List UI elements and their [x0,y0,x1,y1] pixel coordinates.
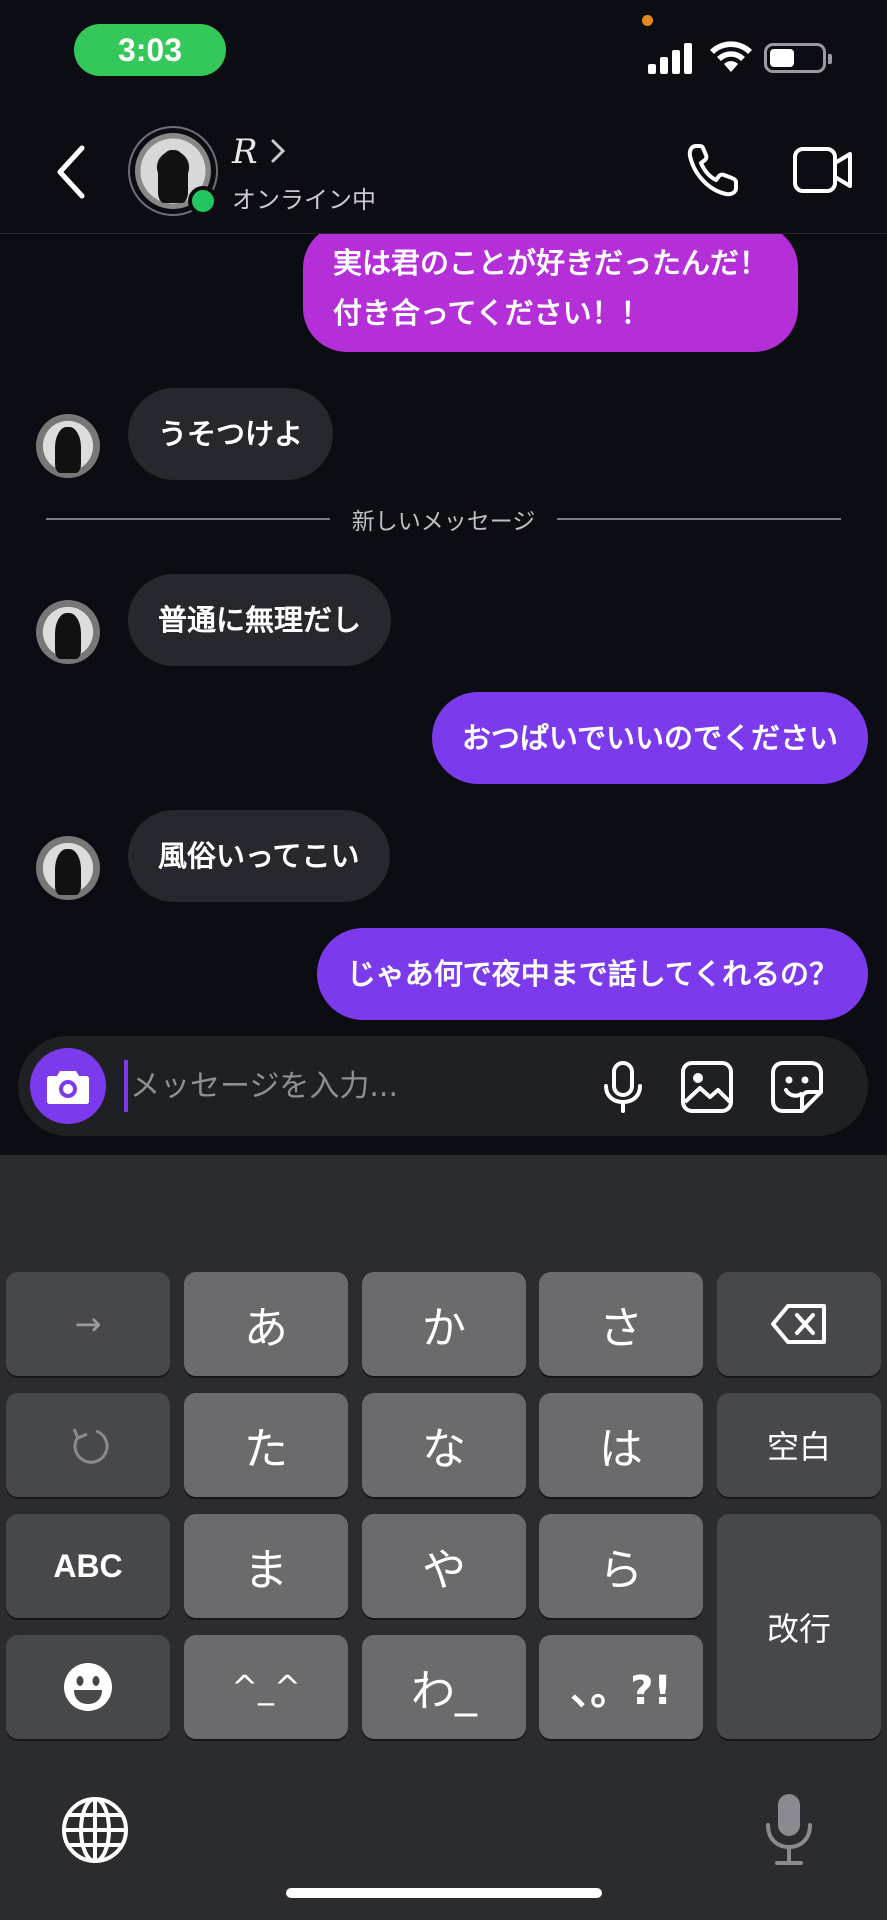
camera-button[interactable] [30,1048,106,1124]
globe-icon[interactable] [60,1795,130,1865]
status-bar: 3:03 [0,0,887,110]
key-abc[interactable]: ABC [6,1514,170,1618]
key-arrow-right[interactable]: → [6,1272,170,1376]
message-text-line: 付き合ってください！！ [333,296,650,330]
key-na[interactable]: な [362,1393,526,1497]
dictation-mic-icon[interactable] [762,1791,816,1867]
key-space[interactable]: 空白 [717,1393,881,1497]
key-a[interactable]: あ [184,1272,348,1376]
sender-avatar[interactable] [36,836,100,900]
text-caret [124,1060,128,1112]
message-incoming[interactable]: うそつけよ [128,388,334,480]
phone-call-button[interactable] [684,140,740,200]
key-sa[interactable]: さ [539,1272,703,1376]
battery-icon [764,43,832,73]
chat-header: R オンライン中 [0,110,887,234]
back-button[interactable] [50,142,94,202]
key-kaomoji[interactable]: ^_^ [184,1635,348,1739]
japanese-keyboard: → あ か さ た な は 空白 ABC ま や ら 改行 ^_^ わ_ 、。?… [0,1155,887,1920]
message-composer [18,1036,868,1136]
key-ra[interactable]: ら [539,1514,703,1618]
status-time: 3:03 [74,24,226,76]
key-return[interactable]: 改行 [717,1514,881,1739]
key-wa[interactable]: わ_ [362,1635,526,1739]
message-text-line: 実は君のことが好きだったんだ！ [333,246,769,280]
contact-name[interactable]: R [232,132,258,172]
message-outgoing[interactable]: じゃあ何で夜中まで話してくれるの？ [316,928,868,1020]
divider-label: 新しいメッセージ [351,509,536,535]
contact-status: オンライン中 [232,186,376,214]
message-incoming[interactable]: 普通に無理だし [128,574,392,666]
chevron-right-icon[interactable] [268,138,288,164]
emoji-icon [64,1663,112,1711]
key-punctuation[interactable]: 、。?! [539,1635,703,1739]
mic-indicator-dot [642,15,653,26]
key-ya[interactable]: や [362,1514,526,1618]
online-status-dot [188,186,218,216]
key-delete[interactable] [717,1272,881,1376]
message-outgoing[interactable]: おつぱいでいいのでください [431,692,868,784]
message-outgoing[interactable]: 実は君のことが好きだったんだ！ 付き合ってください！！ [303,234,799,352]
undo-icon [72,1428,109,1464]
video-call-button[interactable] [792,144,854,196]
sender-avatar[interactable] [36,414,100,478]
new-messages-divider: 新しいメッセージ [46,504,842,535]
contact-avatar[interactable] [128,126,218,216]
key-ma[interactable]: ま [184,1514,348,1618]
message-text: じゃあ何で夜中まで話してくれるの？ [346,957,838,991]
key-undo[interactable] [6,1393,170,1497]
key-ha[interactable]: は [539,1393,703,1497]
key-ka[interactable]: か [362,1272,526,1376]
message-list[interactable]: 実は君のことが好きだったんだ！ 付き合ってください！！ うそつけよ 新しいメッセ… [0,234,887,1030]
message-incoming[interactable]: 風俗いってこい [128,810,390,902]
message-text: 普通に無理だし [158,603,362,637]
wifi-icon [710,41,752,72]
microphone-icon[interactable] [596,1060,650,1114]
image-icon[interactable] [680,1060,734,1114]
sender-avatar[interactable] [36,600,100,664]
camera-icon [47,1071,89,1104]
home-indicator[interactable] [286,1888,602,1898]
message-text: うそつけよ [158,417,304,451]
sticker-icon[interactable] [770,1060,824,1114]
message-text: 風俗いってこい [158,839,360,873]
key-emoji[interactable] [6,1635,170,1739]
cellular-signal-icon [648,42,694,74]
key-ta[interactable]: た [184,1393,348,1497]
delete-icon [771,1304,826,1344]
message-text: おつぱいでいいのでください [461,721,838,755]
message-input[interactable] [130,1060,490,1112]
